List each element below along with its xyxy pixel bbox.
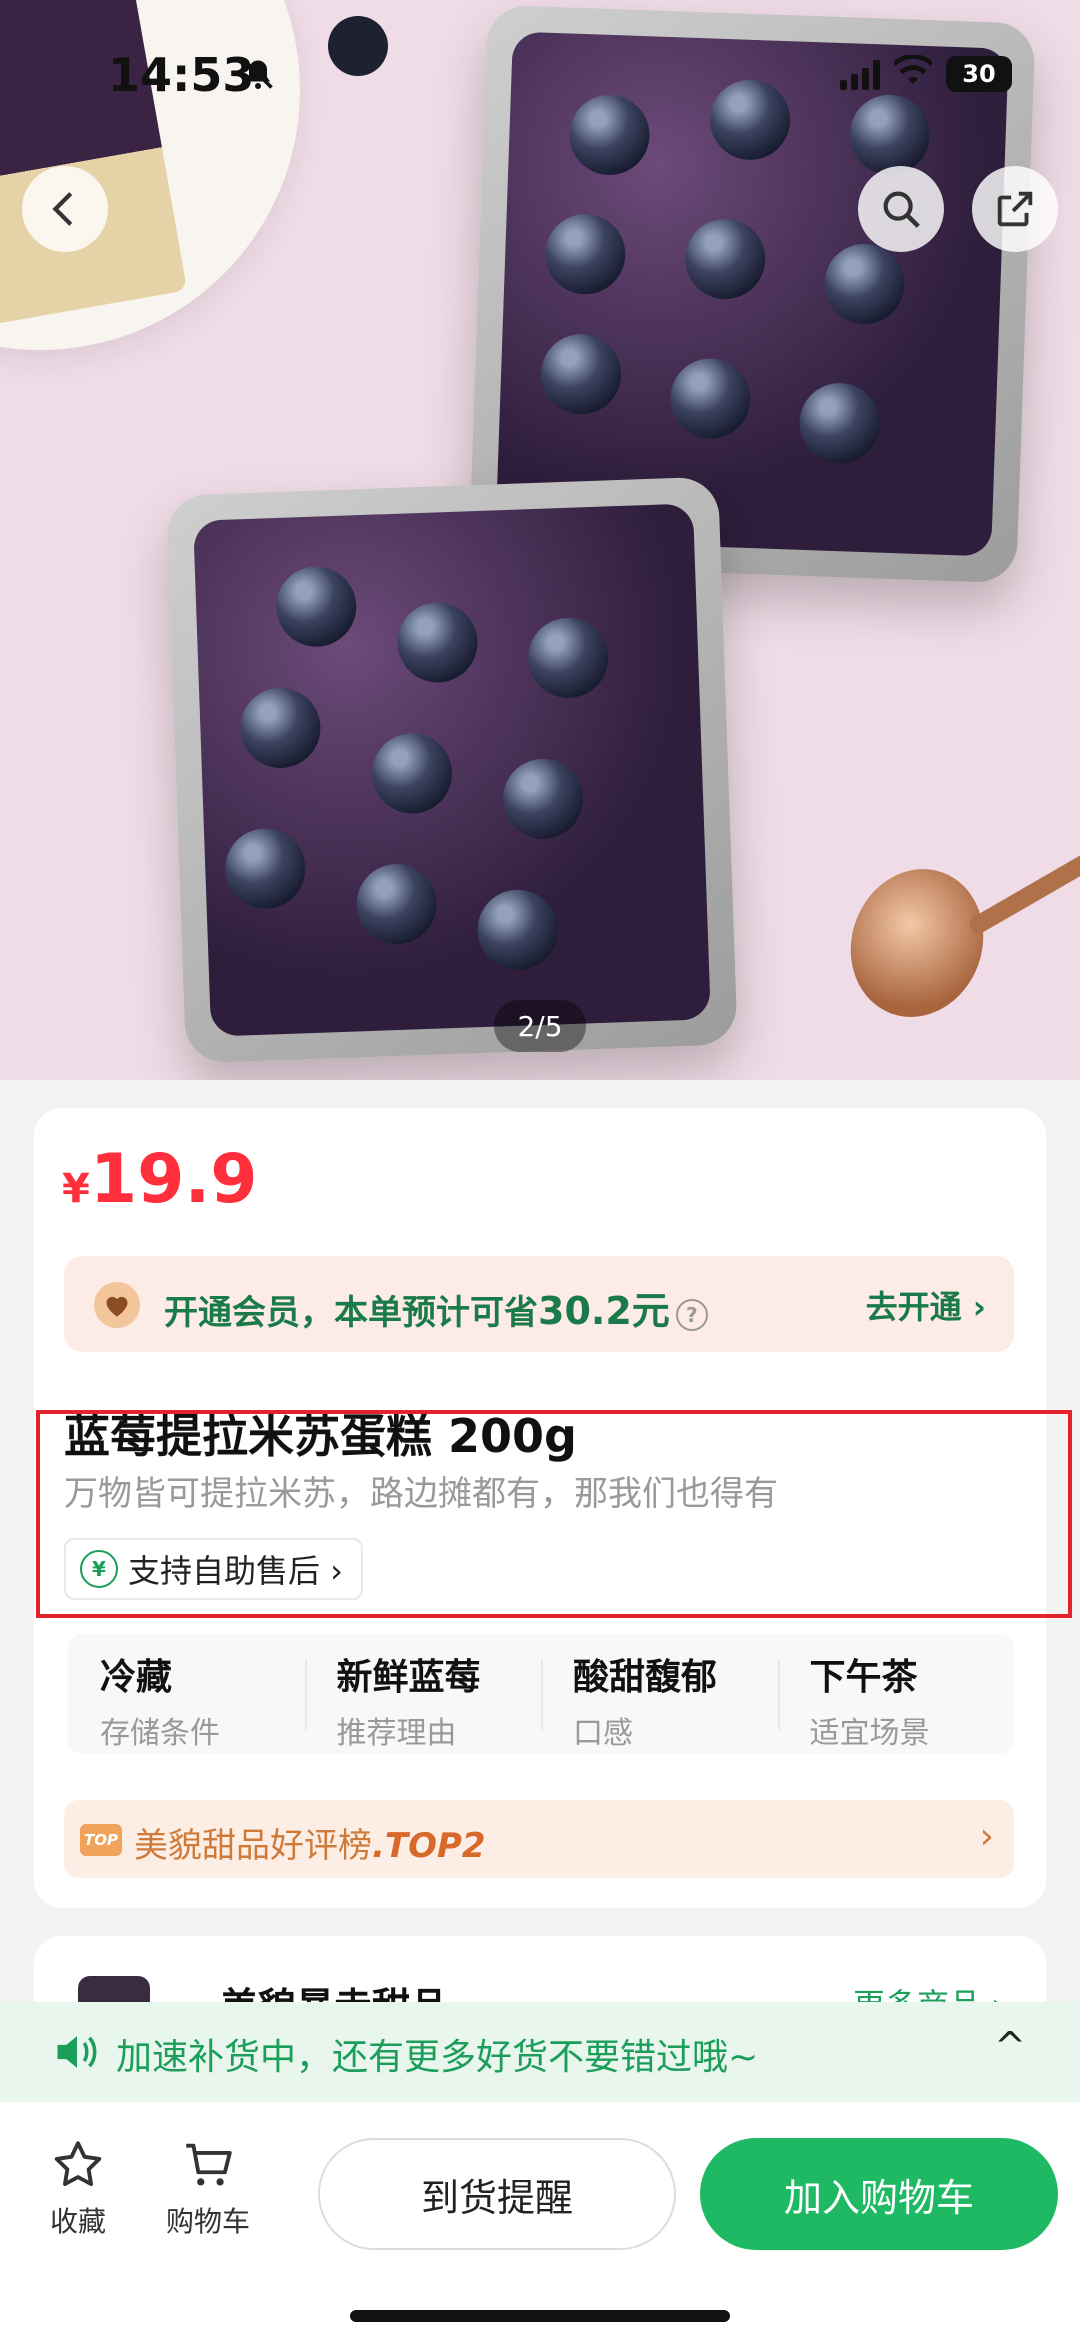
product-image[interactable]: 14:53 30 2/5: [0, 0, 1080, 1080]
speaker-icon: [57, 2036, 97, 2068]
chevron-right-icon: ›: [979, 1816, 994, 1857]
price-value: 19.9: [89, 1140, 258, 1219]
heart-icon: [94, 1282, 140, 1328]
cart-button[interactable]: 购物车: [148, 2136, 268, 2240]
share-icon: [997, 191, 1033, 227]
restock-notice[interactable]: 加速补货中，还有更多好货不要错过哦~ ^: [0, 2002, 1080, 2102]
cake-tin-illustration: [166, 476, 738, 1064]
attribute-item: 冷藏 存储条件: [100, 1657, 220, 1751]
currency-symbol: ¥: [62, 1166, 90, 1212]
attribute-item: 新鲜蓝莓 推荐理由: [304, 1634, 542, 1754]
ranking-banner[interactable]: TOP 美貌甜品好评榜.TOP2 ›: [64, 1800, 1014, 1878]
membership-open-link[interactable]: 去开通 ›: [866, 1282, 986, 1328]
mute-bell-icon: [240, 56, 276, 101]
search-button[interactable]: [858, 166, 944, 252]
chevron-left-icon: [52, 192, 73, 226]
favorite-button[interactable]: 收藏: [18, 2136, 138, 2240]
membership-banner[interactable]: 开通会员，本单预计可省30.2元? 去开通 ›: [64, 1256, 1014, 1352]
ranking-label: 美貌甜品好评榜: [134, 1826, 372, 1866]
blueberry-illustration: [328, 16, 388, 76]
home-indicator: [350, 2310, 730, 2322]
share-button[interactable]: [972, 166, 1058, 252]
add-to-cart-button[interactable]: 加入购物车: [700, 2138, 1058, 2250]
battery-icon: 30: [946, 56, 1012, 92]
caret-up-icon[interactable]: ^: [994, 2024, 1026, 2068]
ranking-position: .TOP2: [372, 1826, 486, 1866]
restock-reminder-button[interactable]: 到货提醒: [318, 2138, 676, 2250]
membership-saving: 30.2元: [538, 1289, 670, 1333]
cart-icon: [186, 2143, 232, 2186]
search-icon: [883, 191, 920, 228]
product-attributes[interactable]: 冷藏 存储条件 新鲜蓝莓 推荐理由 酸甜馥郁 口感 下午茶 适宜场景: [68, 1634, 1014, 1754]
top-badge-icon: TOP: [80, 1824, 122, 1856]
notice-text: 加速补货中，还有更多好货不要错过哦~: [116, 2037, 759, 2078]
help-icon[interactable]: ?: [675, 1298, 708, 1331]
highlight-box: [36, 1410, 1072, 1618]
attribute-item: 下午茶 适宜场景: [777, 1634, 1015, 1754]
signal-icon: [840, 58, 880, 90]
image-pager: 2/5: [494, 1000, 586, 1052]
back-button[interactable]: [22, 166, 108, 252]
attribute-item: 酸甜馥郁 口感: [541, 1634, 778, 1754]
wifi-icon: [892, 54, 934, 94]
membership-text: 开通会员，本单预计可省: [164, 1293, 538, 1333]
star-icon: [54, 2141, 102, 2187]
status-time: 14:53: [108, 48, 255, 102]
spoon-illustration: [830, 850, 1004, 1036]
price: ¥19.9: [62, 1140, 258, 1219]
